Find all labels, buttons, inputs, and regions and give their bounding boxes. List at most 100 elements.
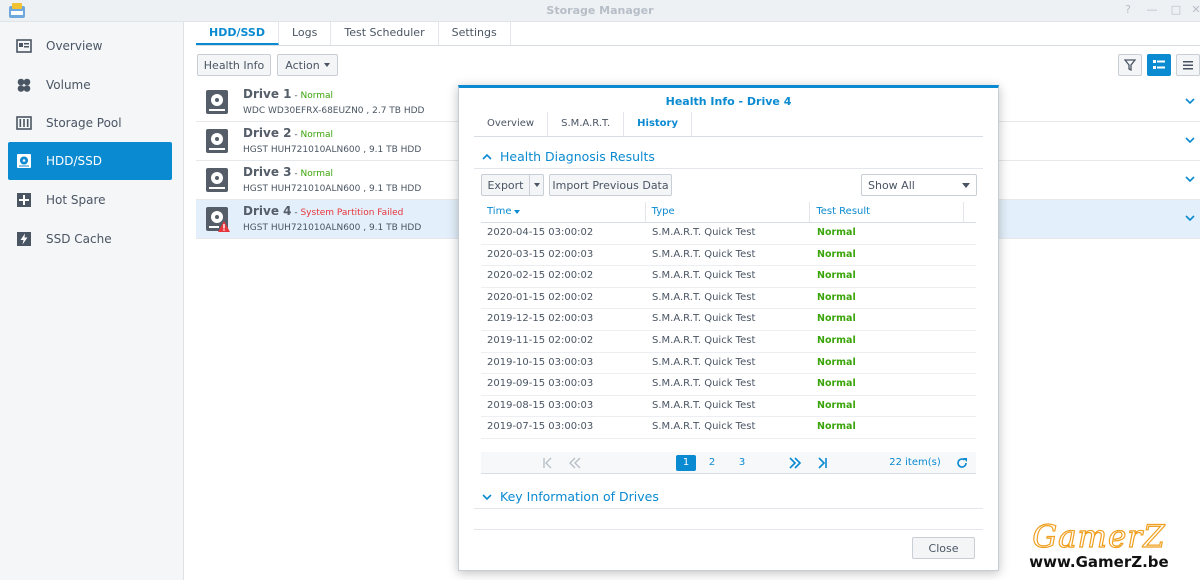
detail-list-icon xyxy=(1153,60,1165,69)
maximize-icon[interactable]: □ xyxy=(1168,3,1184,17)
cell-time: 2019-07-15 03:00:03 xyxy=(487,421,594,433)
cell-result: Normal xyxy=(817,334,856,346)
table-row[interactable]: 2020-01-15 02:00:02 S.M.A.R.T. Quick Test… xyxy=(481,288,976,310)
col-result-header[interactable]: Test Result xyxy=(810,202,964,222)
ssd-cache-icon xyxy=(17,232,31,246)
first-page-icon[interactable] xyxy=(541,455,555,471)
cell-time: 2019-09-15 03:00:03 xyxy=(487,378,594,390)
page-1-button[interactable]: 1 xyxy=(676,455,696,471)
watermark-logo: GamerZ xyxy=(1032,519,1166,555)
tab-history[interactable]: History xyxy=(624,112,693,136)
refresh-icon[interactable] xyxy=(955,455,969,471)
cell-result: Normal xyxy=(817,399,856,411)
health-diagnosis-section-toggle[interactable]: Health Diagnosis Results xyxy=(474,145,983,169)
sidebar-item-overview[interactable]: Overview xyxy=(8,27,172,65)
filter-button[interactable] xyxy=(1118,54,1142,76)
table-header: Time Type Test Result xyxy=(481,202,976,223)
previous-page-icon[interactable] xyxy=(567,455,583,471)
sidebar-item-label: Overview xyxy=(46,39,103,53)
sidebar-item-hot-spare[interactable]: Hot Spare xyxy=(8,181,172,219)
drive-name: Drive 1 xyxy=(243,87,292,101)
close-window-icon[interactable]: ✕ xyxy=(1188,3,1200,17)
cell-result: Normal xyxy=(817,356,856,368)
import-previous-data-button[interactable]: Import Previous Data xyxy=(549,174,672,196)
hard-drive-icon xyxy=(206,129,228,153)
close-button[interactable]: Close xyxy=(912,537,975,559)
drive-name: Drive 4 xyxy=(243,204,292,218)
next-page-icon[interactable] xyxy=(787,455,803,471)
list-icon xyxy=(1183,61,1193,70)
action-label: Action xyxy=(285,58,320,72)
cell-time: 2020-01-15 02:00:02 xyxy=(487,291,594,303)
drive-status: Normal xyxy=(300,130,334,140)
chevron-down-icon[interactable] xyxy=(1184,134,1196,146)
tab-test-scheduler[interactable]: Test Scheduler xyxy=(331,22,439,45)
tab-smart[interactable]: S.M.A.R.T. xyxy=(548,112,625,136)
chevron-down-icon[interactable] xyxy=(1184,212,1196,224)
detail-view-button[interactable] xyxy=(1147,54,1171,76)
chevron-down-icon[interactable] xyxy=(1184,95,1196,107)
sidebar-item-storage-pool[interactable]: Storage Pool xyxy=(8,104,172,142)
table-row[interactable]: 2019-09-15 03:00:03 S.M.A.R.T. Quick Test… xyxy=(481,374,976,396)
page-3-button[interactable]: 3 xyxy=(736,455,748,471)
table-row[interactable]: 2020-04-15 03:00:02 S.M.A.R.T. Quick Test… xyxy=(481,223,976,245)
history-table: Time Type Test Result 2020-04-15 03:00:0… xyxy=(481,202,976,439)
pagination: 1 2 3 22 item(s) xyxy=(481,452,976,474)
sidebar-item-label: SSD Cache xyxy=(46,232,112,246)
cell-result: Normal xyxy=(817,421,856,433)
cell-time: 2020-02-15 02:00:02 xyxy=(487,270,594,282)
drive-status: Normal xyxy=(300,169,334,179)
table-row[interactable]: 2019-12-15 02:00:03 S.M.A.R.T. Quick Test… xyxy=(481,309,976,331)
table-row[interactable]: 2020-02-15 02:00:02 S.M.A.R.T. Quick Test… xyxy=(481,266,976,288)
drive-status: Normal xyxy=(300,91,334,101)
page-2-button[interactable]: 2 xyxy=(706,455,718,471)
col-spacer xyxy=(964,202,976,222)
chevron-down-icon[interactable] xyxy=(1184,173,1196,185)
table-row[interactable]: 2019-11-15 02:00:02 S.M.A.R.T. Quick Test… xyxy=(481,331,976,353)
tab-settings[interactable]: Settings xyxy=(439,22,511,45)
col-type-header[interactable]: Type xyxy=(646,202,811,222)
last-page-icon[interactable] xyxy=(815,455,829,471)
cell-type: S.M.A.R.T. Quick Test xyxy=(652,227,756,238)
cell-time: 2020-04-15 03:00:02 xyxy=(487,227,594,238)
tab-logs[interactable]: Logs xyxy=(279,22,332,45)
export-menu-arrow[interactable] xyxy=(529,175,543,195)
drive-model: HGST HUH721010ALN600 , 9.1 TB HDD xyxy=(243,223,422,233)
cell-type: S.M.A.R.T. Quick Test xyxy=(652,313,756,325)
sidebar-item-ssd-cache[interactable]: SSD Cache xyxy=(8,220,172,258)
table-row[interactable]: 2019-08-15 03:00:03 S.M.A.R.T. Quick Test… xyxy=(481,396,976,418)
cell-result: Normal xyxy=(817,227,856,238)
sidebar-item-volume[interactable]: Volume xyxy=(8,66,172,104)
filter-select[interactable]: Show All xyxy=(861,174,977,196)
close-label: Close xyxy=(928,541,959,555)
cell-result: Normal xyxy=(817,270,856,282)
tab-hdd-ssd[interactable]: HDD/SSD xyxy=(196,22,279,45)
cell-result: Normal xyxy=(817,248,856,260)
title-bar: Storage Manager ? — □ ✕ xyxy=(0,0,1200,22)
list-view-button[interactable] xyxy=(1176,54,1200,76)
overview-icon xyxy=(16,39,32,53)
cell-result: Normal xyxy=(817,291,856,303)
drive-model: HGST HUH721010ALN600 , 9.1 TB HDD xyxy=(243,184,422,194)
key-information-section-toggle[interactable]: Key Information of Drives xyxy=(474,485,983,509)
minimize-icon[interactable]: — xyxy=(1144,3,1160,17)
sidebar-item-hdd-ssd[interactable]: HDD/SSD xyxy=(8,142,172,180)
health-info-button[interactable]: Health Info xyxy=(197,54,271,76)
table-row[interactable]: 2019-10-15 03:00:03 S.M.A.R.T. Quick Test… xyxy=(481,353,976,375)
sidebar-item-label: Storage Pool xyxy=(46,116,122,130)
table-row[interactable]: 2020-03-15 02:00:03 S.M.A.R.T. Quick Test… xyxy=(481,245,976,267)
export-button[interactable]: Export xyxy=(481,174,544,196)
table-row[interactable]: 2019-07-15 03:00:03 S.M.A.R.T. Quick Test… xyxy=(481,417,976,439)
hdd-icon xyxy=(17,154,31,168)
cell-type: S.M.A.R.T. Quick Test xyxy=(652,291,756,303)
cell-time: 2019-08-15 03:00:03 xyxy=(487,399,594,411)
col-time-header[interactable]: Time xyxy=(481,202,646,222)
caret-down-icon xyxy=(323,63,330,67)
drive-name: Drive 3 xyxy=(243,165,292,179)
help-icon[interactable]: ? xyxy=(1120,3,1136,17)
col-time-label: Time xyxy=(487,206,512,217)
item-count: 22 item(s) xyxy=(889,457,941,468)
action-button[interactable]: Action xyxy=(277,54,338,76)
storage-pool-icon xyxy=(16,116,32,130)
tab-overview[interactable]: Overview xyxy=(474,112,549,136)
